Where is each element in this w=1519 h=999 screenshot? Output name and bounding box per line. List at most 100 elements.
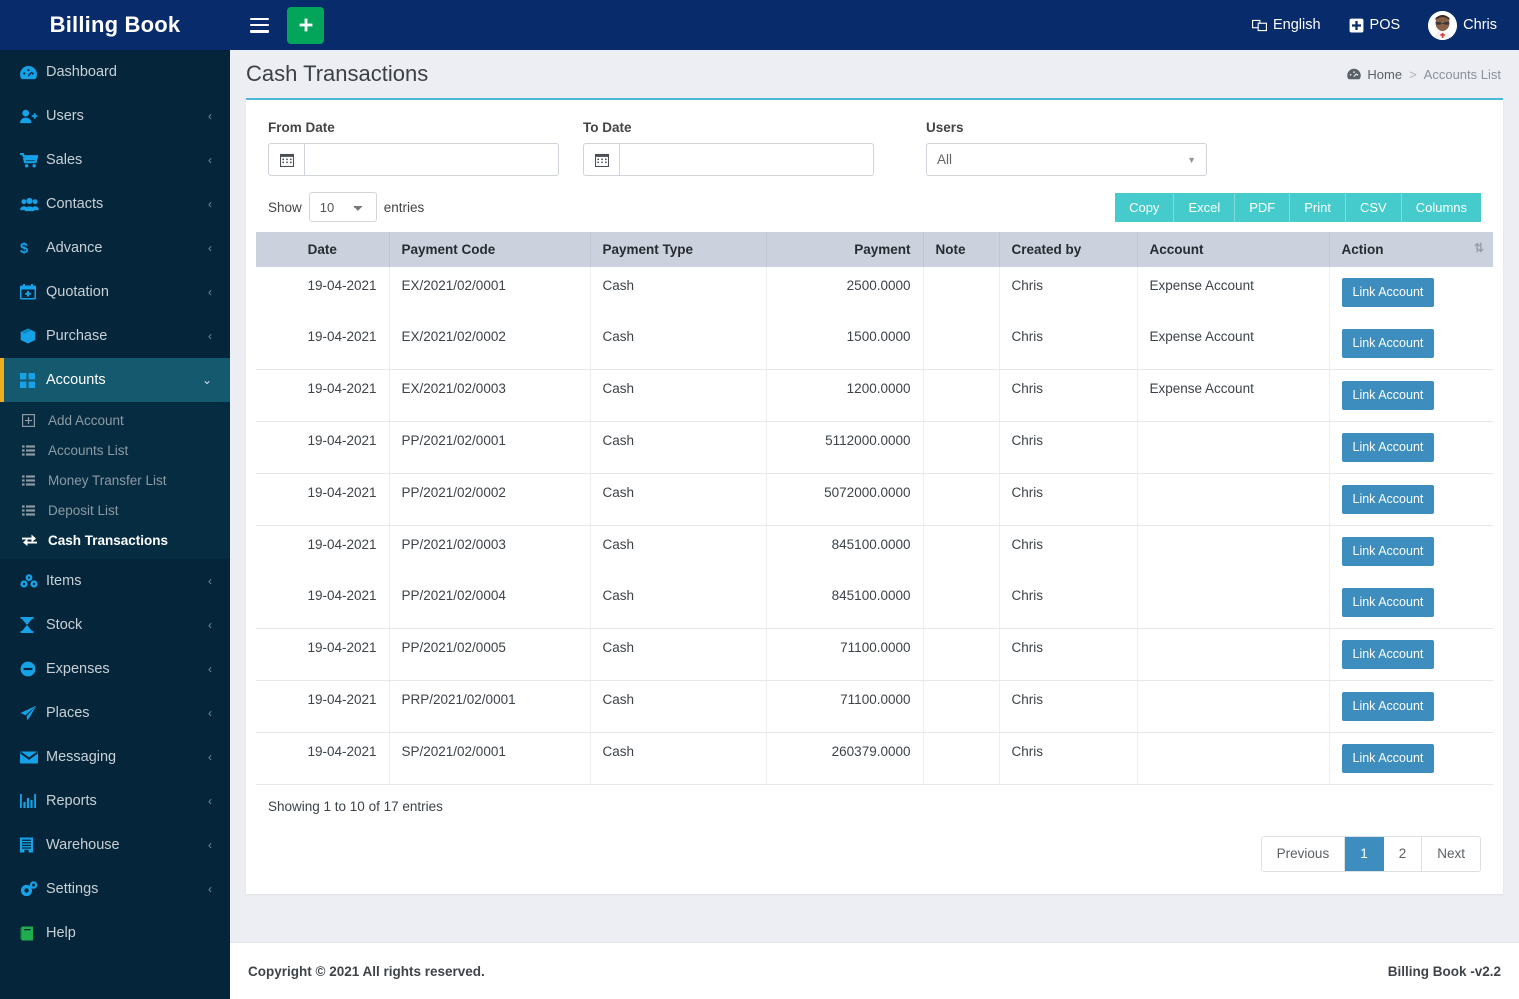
users-filter-label: Users — [926, 120, 964, 135]
from-date-input[interactable] — [305, 144, 558, 175]
link-account-button[interactable]: Link Account — [1341, 588, 1435, 617]
pagination-previous[interactable]: Previous — [1261, 837, 1346, 871]
language-icon — [1251, 19, 1267, 31]
pagination-page-2[interactable]: 2 — [1383, 837, 1423, 871]
cell-note — [923, 421, 1000, 474]
table-row: 19-04-2021 PP/2021/02/0003 Cash 845100.0000… — [256, 525, 1493, 577]
sidebar-subitem-money-transfer-list[interactable]: Money Transfer List — [0, 465, 230, 495]
sidebar-item-expenses[interactable]: Expenses ‹ — [0, 647, 230, 691]
sidebar-item-messaging[interactable]: Messaging ‹ — [0, 735, 230, 779]
csv-button[interactable]: CSV — [1345, 192, 1402, 222]
link-account-button[interactable]: Link Account — [1341, 329, 1435, 358]
from-date-input-group[interactable] — [268, 143, 559, 176]
column-header-payment-type[interactable]: Payment Type — [590, 232, 767, 267]
cell-payment-type: Cash — [590, 732, 767, 785]
cell-account — [1137, 680, 1330, 733]
cell-payment-code: PP/2021/02/0004 — [389, 577, 591, 629]
cell-payment-type: Cash — [590, 369, 767, 422]
link-account-button[interactable]: Link Account — [1341, 537, 1435, 566]
column-header-action[interactable]: Action ⇅ — [1329, 232, 1493, 267]
link-account-button[interactable]: Link Account — [1341, 278, 1435, 307]
entries-per-page-select[interactable]: 102550100 — [308, 192, 377, 222]
sidebar-item-label: Accounts — [46, 372, 106, 388]
link-account-button[interactable]: Link Account — [1341, 485, 1435, 514]
sidebar-item-quotation[interactable]: Quotation ‹ — [0, 270, 230, 314]
sidebar-subitem-deposit-list[interactable]: Deposit List — [0, 495, 230, 525]
sidebar-subitem-accounts-list[interactable]: Accounts List — [0, 435, 230, 465]
envelope-icon — [20, 751, 46, 764]
cell-payment-code: PP/2021/02/0001 — [389, 421, 591, 474]
sidebar-item-stock[interactable]: Stock ‹ — [0, 603, 230, 647]
app-brand[interactable]: Billing Book — [0, 0, 230, 50]
calendar-icon[interactable] — [584, 144, 620, 175]
top-navbar: Billing Book English POS Chris — [0, 0, 1519, 50]
sidebar-item-advance[interactable]: $ Advance ‹ — [0, 226, 230, 270]
sidebar-item-settings[interactable]: Settings ‹ — [0, 867, 230, 911]
cell-note — [923, 473, 1000, 526]
pagination-next[interactable]: Next — [1422, 837, 1480, 871]
cell-created-by: Chris — [999, 318, 1138, 370]
calendar-icon[interactable] — [269, 144, 305, 175]
to-date-input[interactable] — [620, 144, 873, 175]
column-header-created-by[interactable]: Created by — [999, 232, 1138, 267]
sidebar-item-accounts[interactable]: Accounts ⌄ — [0, 358, 230, 402]
to-date-input-group[interactable] — [583, 143, 874, 176]
sidebar-item-label: Items — [46, 573, 82, 589]
cell-account — [1137, 628, 1330, 681]
sidebar-item-purchase[interactable]: Purchase ‹ — [0, 314, 230, 358]
print-button[interactable]: Print — [1290, 192, 1346, 222]
dollar-icon: $ — [20, 240, 46, 256]
link-account-button[interactable]: Link Account — [1341, 433, 1435, 462]
sidebar-item-help[interactable]: Help — [0, 911, 230, 955]
column-header-date[interactable]: Date — [256, 232, 390, 267]
language-switcher[interactable]: English — [1251, 17, 1321, 33]
cell-account — [1137, 577, 1330, 629]
link-account-button[interactable]: Link Account — [1341, 381, 1435, 410]
columns-button[interactable]: Columns — [1401, 192, 1481, 222]
grid-icon — [20, 372, 46, 388]
pdf-button[interactable]: PDF — [1235, 192, 1291, 222]
sidebar-subitem-cash-transactions[interactable]: Cash Transactions — [0, 525, 230, 555]
chevron-left-icon: ‹ — [208, 794, 212, 808]
pagination-page-1[interactable]: 1 — [1345, 837, 1384, 871]
user-menu[interactable]: Chris — [1428, 10, 1497, 40]
menu-toggle-icon[interactable] — [250, 17, 269, 33]
sidebar-item-sales[interactable]: Sales ‹ — [0, 138, 230, 182]
cell-payment-code: EX/2021/02/0001 — [389, 267, 591, 318]
cell-payment-type: Cash — [590, 473, 767, 526]
cell-created-by: Chris — [999, 369, 1138, 422]
link-account-button[interactable]: Link Account — [1341, 744, 1435, 773]
sidebar-item-reports[interactable]: Reports ‹ — [0, 779, 230, 823]
cell-created-by: Chris — [999, 732, 1138, 785]
quick-add-button[interactable] — [287, 6, 324, 44]
link-account-button[interactable]: Link Account — [1341, 640, 1435, 669]
cell-date: 19-04-2021 — [256, 525, 390, 577]
pos-label: POS — [1369, 17, 1401, 33]
sidebar-item-contacts[interactable]: Contacts ‹ — [0, 182, 230, 226]
sidebar-item-items[interactable]: Items ‹ — [0, 559, 230, 603]
sidebar-item-warehouse[interactable]: Warehouse ‹ — [0, 823, 230, 867]
sidebar-item-dashboard[interactable]: Dashboard — [0, 50, 230, 94]
table-toolbar: Show 102550100 entries Copy Excel PDF Pr… — [256, 186, 1493, 232]
column-header-payment-code[interactable]: Payment Code — [389, 232, 591, 267]
sort-icon[interactable]: ⇅ — [1474, 241, 1484, 255]
copy-button[interactable]: Copy — [1115, 192, 1175, 222]
breadcrumb-home[interactable]: Home — [1347, 67, 1402, 82]
sidebar-item-users[interactable]: Users ‹ — [0, 94, 230, 138]
list-icon — [22, 504, 48, 516]
sidebar-subitem-add-account[interactable]: Add Account — [0, 405, 230, 435]
column-header-note[interactable]: Note — [923, 232, 1000, 267]
warehouse-icon — [20, 837, 46, 853]
cell-date: 19-04-2021 — [256, 732, 390, 785]
excel-button[interactable]: Excel — [1174, 192, 1236, 222]
cell-payment: 2500.0000 — [766, 267, 924, 318]
pos-link[interactable]: POS — [1349, 17, 1401, 33]
link-account-button[interactable]: Link Account — [1341, 692, 1435, 721]
column-header-account[interactable]: Account — [1137, 232, 1330, 267]
sidebar-item-places[interactable]: Places ‹ — [0, 691, 230, 735]
table-row: 19-04-2021 PP/2021/02/0001 Cash 5112000.000… — [256, 421, 1493, 474]
cell-payment: 1500.0000 — [766, 318, 924, 370]
users-select[interactable]: All ▼ — [926, 143, 1207, 176]
cell-action: Link Account — [1329, 732, 1493, 785]
column-header-payment[interactable]: Payment — [766, 232, 924, 267]
